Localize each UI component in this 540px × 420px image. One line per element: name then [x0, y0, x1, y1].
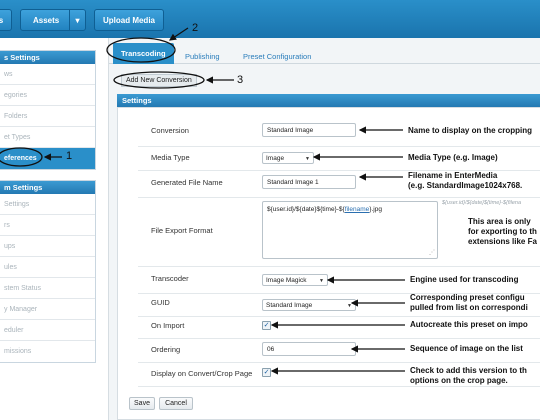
annotation-media-type: Media Type (e.g. Image): [408, 153, 498, 162]
sidebar-item-groups[interactable]: ups: [0, 236, 95, 257]
sidebar-section-title: s Settings: [0, 51, 95, 64]
divider: [138, 338, 540, 339]
sidebar-item-settings[interactable]: Settings: [0, 194, 95, 215]
divider: [138, 146, 540, 147]
sidebar-item-system-status[interactable]: stem Status: [0, 278, 95, 299]
upload-media-button[interactable]: Upload Media: [94, 9, 164, 31]
top-navigation-bar: s Assets ▾ Upload Media: [0, 0, 540, 38]
callout-number-2: 2: [192, 22, 199, 34]
sidebar-section-title: m Settings: [0, 181, 95, 194]
guid-label: GUID: [151, 298, 170, 307]
annotation-filename-2: (e.g. StandardImage1024x768.: [408, 181, 523, 190]
file-export-format-label: File Export Format: [151, 226, 213, 235]
nav-button-partial[interactable]: s: [0, 9, 12, 31]
transcoder-select[interactable]: Image Magick ▼: [262, 274, 328, 286]
divider: [138, 197, 540, 198]
save-button[interactable]: Save: [129, 397, 155, 410]
sidebar-settings-box: s Settings ws egories Folders et Types e…: [0, 50, 96, 170]
generated-file-name-input[interactable]: Standard Image 1: [262, 175, 356, 189]
export-format-tail: }.jpg: [369, 206, 382, 213]
settings-header: Settings: [117, 94, 540, 107]
resize-grip-icon[interactable]: ⋰: [429, 249, 435, 256]
ordering-input[interactable]: 06: [262, 342, 356, 356]
annotation-on-import: Autocreate this preset on impo: [410, 320, 528, 329]
file-export-format-textarea[interactable]: ${user.id}/${date}${time}-${filename}.jp…: [262, 201, 438, 259]
add-new-conversion-button[interactable]: Add New Conversion: [121, 74, 197, 87]
sidebar-system-box: m Settings Settings rs ups ules stem Sta…: [0, 180, 96, 363]
annotation-guid-1: Corresponding preset configu: [410, 293, 525, 302]
divider: [138, 386, 540, 387]
sidebar-item-modules[interactable]: ules: [0, 257, 95, 278]
tab-preset-configuration[interactable]: Preset Configuration: [243, 52, 311, 61]
export-format-hint: ${user.id}/${date}${time}-${filena: [442, 200, 522, 206]
chevron-down-icon: ▼: [305, 156, 310, 162]
on-import-label: On Import: [151, 321, 185, 330]
annotation-conversion: Name to display on the cropping: [408, 126, 533, 135]
annotation-filename-1: Filename in EnterMedia: [408, 171, 498, 180]
on-import-checkbox[interactable]: ✓: [262, 321, 271, 330]
chevron-down-icon: ▼: [347, 303, 352, 309]
display-on-crop-checkbox[interactable]: ✓: [262, 368, 271, 377]
media-type-select[interactable]: Image ▼: [262, 152, 314, 164]
nav-button-label: s: [0, 15, 4, 25]
sidebar-item-permissions[interactable]: missions: [0, 341, 95, 362]
chevron-down-icon[interactable]: ▾: [69, 10, 85, 30]
annotation-export-3: extensions like Fa: [468, 237, 537, 246]
cancel-button[interactable]: Cancel: [159, 397, 193, 410]
sidebar-item-asset-types[interactable]: et Types: [0, 127, 95, 148]
assets-label: Assets: [33, 15, 60, 25]
divider: [138, 362, 540, 363]
media-type-label: Media Type: [151, 153, 190, 162]
annotation-guid-2: pulled from list on correspondi: [410, 303, 528, 312]
annotation-display-2: options on the crop page.: [410, 376, 508, 385]
annotation-transcoder: Engine used for transcoding: [410, 275, 519, 284]
annotation-display-1: Check to add this version to th: [410, 366, 527, 375]
conversion-input[interactable]: Standard Image: [262, 123, 356, 137]
generated-file-name-label: Generated File Name: [151, 178, 223, 187]
annotation-export-1: This area is only: [468, 217, 531, 226]
transcoder-label: Transcoder: [151, 274, 189, 283]
callout-number-1: 1: [66, 150, 73, 162]
media-type-value: Image: [266, 154, 285, 162]
tab-bar: Transcoding Publishing Preset Configurat…: [109, 43, 540, 64]
sidebar-item-manager[interactable]: y Manager: [0, 299, 95, 320]
sidebar-item-categories[interactable]: egories: [0, 85, 95, 106]
divider: [138, 316, 540, 317]
sidebar-item-users[interactable]: rs: [0, 215, 95, 236]
export-format-link: filename: [344, 206, 370, 213]
chevron-down-icon: ▼: [319, 278, 324, 284]
sidebar-item-folders[interactable]: Folders: [0, 106, 95, 127]
transcoder-value: Image Magick: [266, 276, 307, 284]
export-format-text: ${user.id}/${date}${time}-${: [267, 206, 345, 213]
callout-number-3: 3: [237, 74, 244, 86]
tab-transcoding[interactable]: Transcoding: [113, 43, 174, 64]
annotation-ordering: Sequence of image on the list: [410, 344, 523, 353]
assets-button[interactable]: Assets ▾: [20, 9, 86, 31]
guid-select[interactable]: Standard Image ▼: [262, 299, 356, 311]
annotation-export-2: for exporting to th: [468, 227, 537, 236]
guid-value: Standard Image: [266, 301, 313, 309]
tab-publishing[interactable]: Publishing: [185, 52, 220, 61]
ordering-label: Ordering: [151, 345, 181, 354]
display-on-crop-label: Display on Convert/Crop Page: [151, 369, 253, 378]
conversion-label: Conversion: [151, 126, 189, 135]
divider: [138, 266, 540, 267]
sidebar-item-views[interactable]: ws: [0, 64, 95, 85]
sidebar-item-scheduler[interactable]: eduler: [0, 320, 95, 341]
upload-media-label: Upload Media: [102, 15, 155, 25]
sidebar-item-preferences[interactable]: eferences: [0, 148, 95, 169]
